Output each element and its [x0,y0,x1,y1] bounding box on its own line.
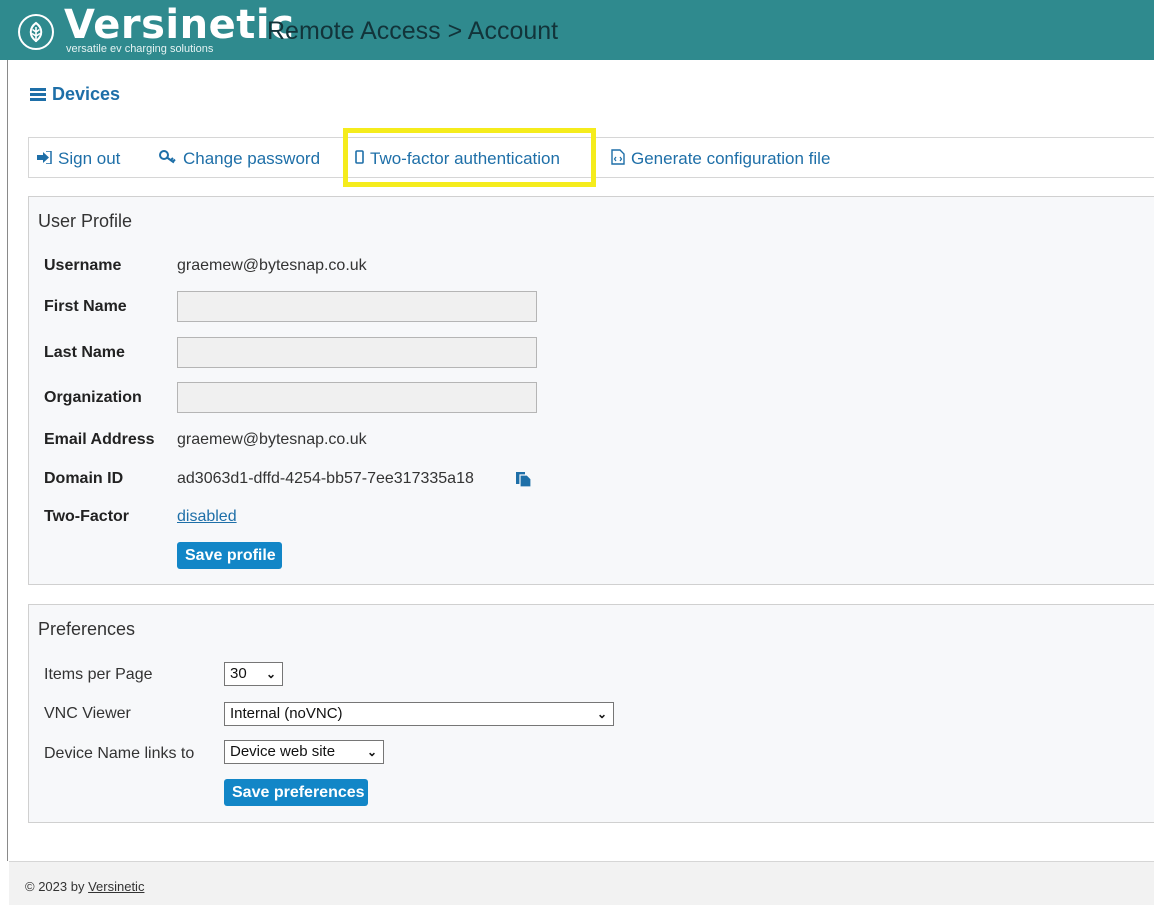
two-factor-status-link[interactable]: disabled [177,508,237,526]
preferences-title: Preferences [38,619,136,639]
sign-out-link[interactable]: Sign out [37,138,120,179]
user-profile-panel: User Profile Username graemew@bytesnap.c… [28,196,1154,585]
email-value: graemew@bytesnap.co.uk [177,431,367,448]
device-name-links-value: Device web site [230,743,336,760]
last-name-label: Last Name [44,344,125,361]
save-profile-button[interactable]: Save profile [177,542,282,569]
organization-input[interactable] [177,382,537,413]
copy-icon[interactable] [515,469,532,488]
two-factor-label: Two-Factor [44,508,130,525]
device-name-links-select[interactable]: Device web site ⌄ [224,740,384,764]
key-icon [159,150,177,167]
domain-id-value: ad3063d1-dffd-4254-bb57-7ee317335a18 [177,470,474,487]
sign-out-icon [37,149,52,167]
generate-config-link[interactable]: Generate configuration file [611,138,830,179]
file-code-icon [611,149,625,168]
items-per-page-select[interactable]: 30 ⌄ [224,662,283,686]
window-left-edge [0,44,8,861]
chevron-down-icon: ⌄ [596,707,607,721]
email-label: Email Address [44,431,155,448]
save-preferences-button[interactable]: Save preferences [224,779,368,806]
domain-id-label: Domain ID [44,470,124,487]
generate-config-label: Generate configuration file [631,148,831,168]
items-per-page-value: 30 [230,665,247,682]
change-password-link[interactable]: Change password [159,138,320,179]
brand-tagline: versatile ev charging solutions [66,43,214,55]
preferences-panel: Preferences Items per Page 30 ⌄ VNC View… [28,604,1154,823]
footer-copyright: © 2023 by [25,879,89,894]
footer-versinetic-link[interactable]: Versinetic [88,879,144,894]
last-name-input[interactable] [177,337,537,368]
vnc-viewer-label: VNC Viewer [44,705,131,722]
page-title: Remote Access > Account [267,17,559,45]
devices-link[interactable]: Devices [30,84,120,105]
username-value: graemew@bytesnap.co.uk [177,257,367,274]
sign-out-label: Sign out [58,148,121,168]
first-name-label: First Name [44,298,127,315]
vnc-viewer-value: Internal (noVNC) [230,705,343,722]
items-per-page-label: Items per Page [44,666,153,683]
vnc-viewer-select[interactable]: Internal (noVNC) ⌄ [224,702,614,726]
organization-label: Organization [44,389,142,406]
user-profile-title: User Profile [38,211,133,231]
page-footer: © 2023 by Versinetic [9,861,1154,905]
username-label: Username [44,257,122,274]
chevron-down-icon: ⌄ [265,667,276,681]
chevron-down-icon: ⌄ [366,745,377,759]
device-name-links-label: Device Name links to [44,745,195,762]
server-icon [30,87,46,102]
devices-link-label: Devices [52,84,121,104]
change-password-label: Change password [183,148,321,168]
annotation-highlight-box [343,128,596,187]
brand-name: Versinetic [64,2,295,48]
leaf-logo-icon [18,14,54,50]
app-header: Versinetic versatile ev charging solutio… [0,0,1154,60]
first-name-input[interactable] [177,291,537,322]
